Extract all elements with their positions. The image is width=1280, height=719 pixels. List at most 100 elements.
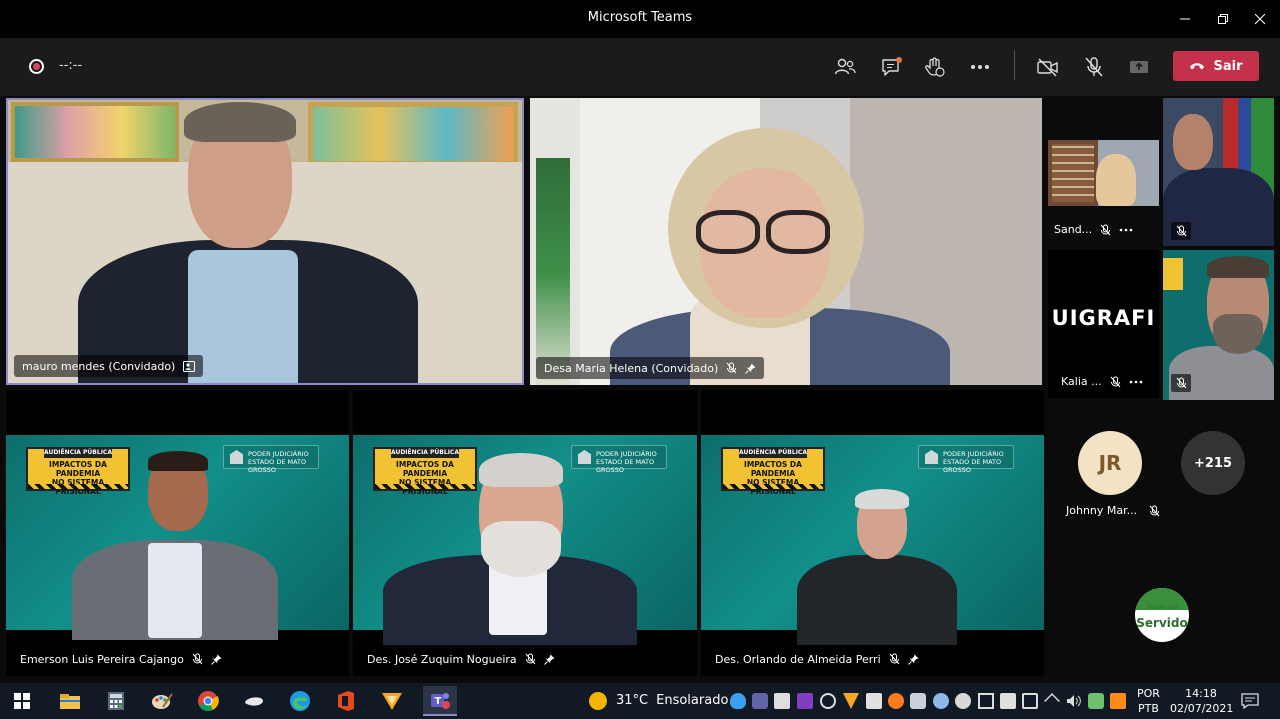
share-screen-button[interactable] xyxy=(1125,53,1153,81)
recording-icon xyxy=(29,59,44,74)
banner-top-text: AUDIÊNCIA PÚBLICA xyxy=(739,448,807,458)
chat-button[interactable] xyxy=(877,53,905,81)
sticky-notes-icon[interactable] xyxy=(242,689,266,713)
notification-center-icon[interactable] xyxy=(1238,689,1262,713)
video-tile-side-1[interactable]: Sand... xyxy=(1048,98,1159,244)
video-tile-grid-2[interactable]: AUDIÊNCIA PÚBLICA IMPACTOS DA PANDEMIA NO… xyxy=(353,390,697,676)
mic-off-icon xyxy=(1110,376,1120,387)
banner-top-text: AUDIÊNCIA PÚBLICA xyxy=(44,448,112,458)
video-tile-grid-1[interactable]: AUDIÊNCIA PÚBLICA IMPACTOS DA PANDEMIA NO… xyxy=(6,390,349,676)
display-tray-icon[interactable] xyxy=(978,693,994,709)
video-tile-main-1[interactable]: mauro mendes (Convidado) xyxy=(6,98,524,385)
epic-tray-icon[interactable] xyxy=(910,693,926,709)
banner-line-1: IMPACTOS DA PANDEMIA xyxy=(744,460,802,478)
clock[interactable]: 14:18 02/07/2021 xyxy=(1170,686,1234,716)
pin-icon xyxy=(907,654,919,665)
avatar[interactable]: JR xyxy=(1078,431,1142,495)
edge-icon[interactable] xyxy=(288,689,312,713)
video-tile-side-2[interactable] xyxy=(1163,98,1274,246)
calculator-icon[interactable] xyxy=(104,689,128,713)
battery-tray-icon[interactable] xyxy=(1088,693,1104,709)
video-tile-grid-3[interactable]: AUDIÊNCIA PÚBLICA IMPACTOS DA PANDEMIA NO… xyxy=(701,390,1044,676)
institution-line-2: ESTADO DE MATO GROSSO xyxy=(248,458,307,474)
participant-name: Kalia ... xyxy=(1061,375,1102,388)
keyboard-layout: PTB xyxy=(1138,702,1159,715)
video-tile-side-3[interactable]: UIGRAFI Kalia ... xyxy=(1048,250,1159,398)
language-code: POR xyxy=(1137,687,1160,700)
teams-tray-icon[interactable] xyxy=(752,693,768,709)
painting-right xyxy=(308,102,518,166)
teams-taskbar-icon[interactable]: T xyxy=(423,686,457,716)
more-participants-button[interactable]: +215 xyxy=(1181,431,1245,495)
event-banner: AUDIÊNCIA PÚBLICA IMPACTOS DA PANDEMIA NO… xyxy=(721,447,825,496)
more-icon xyxy=(971,65,989,69)
onedrive-icon[interactable] xyxy=(730,693,746,709)
mic-off-icon xyxy=(889,653,899,665)
participant-video-sand xyxy=(1048,140,1159,206)
participants-button[interactable] xyxy=(831,53,859,81)
weather-description: Ensolarado xyxy=(656,693,729,708)
pdf-reader-icon[interactable] xyxy=(380,689,404,713)
more-icon[interactable] xyxy=(1129,380,1143,384)
volume-icon[interactable] xyxy=(1066,693,1082,709)
bluetooth-tray-icon[interactable] xyxy=(933,693,949,709)
security-tray-icon[interactable] xyxy=(866,693,882,709)
pin-icon xyxy=(543,654,555,665)
teams-window: Microsoft Teams --:-- Sair mauro mendes … xyxy=(0,0,1280,719)
mic-toggle-button[interactable] xyxy=(1080,53,1108,81)
camera-toggle-button[interactable] xyxy=(1034,53,1062,81)
file-explorer-icon[interactable] xyxy=(58,689,82,713)
avast-tray-icon[interactable] xyxy=(888,693,904,709)
chrome-icon[interactable] xyxy=(196,689,220,713)
reactions-button[interactable] xyxy=(921,53,949,81)
institution-logo: PODER JUDICIÁRIO ESTADO DE MATO GROSSO xyxy=(918,445,1014,474)
mic-badge xyxy=(1171,222,1191,240)
event-backdrop: AUDIÊNCIA PÚBLICA IMPACTOS DA PANDEMIA NO… xyxy=(701,435,1044,645)
usb-tray-icon[interactable] xyxy=(1000,693,1016,709)
participant-name: Johnny Mar... xyxy=(1066,504,1138,517)
institution-line-1: PODER JUDICIÁRIO xyxy=(596,450,657,458)
input-language[interactable]: POR PTB xyxy=(1137,686,1160,716)
participant-name: Desa Maria Helena (Convidado) xyxy=(544,361,719,375)
app-tray-icon[interactable] xyxy=(774,693,790,709)
weather-widget[interactable]: 31°C Ensolarado xyxy=(616,693,728,708)
video-tile-main-2[interactable]: Desa Maria Helena (Convidado) xyxy=(530,98,1042,385)
mic-off-icon xyxy=(1176,377,1186,389)
sun-icon xyxy=(589,692,607,710)
banner-text: IMPACTOS DA PANDEMIA NO SISTEMA PRISIONAL xyxy=(723,460,823,496)
maximize-icon[interactable] xyxy=(1206,6,1240,32)
paint-icon[interactable] xyxy=(150,689,174,713)
network-tray-icon[interactable] xyxy=(1022,693,1038,709)
wifi-tray-icon[interactable] xyxy=(1044,693,1060,709)
share-tray-icon xyxy=(1130,61,1148,73)
participant-name: Des. Orlando de Almeida Perri xyxy=(715,652,881,666)
more-options-button[interactable] xyxy=(966,53,994,81)
chat-icon xyxy=(882,57,902,76)
participant-name: Sand... xyxy=(1054,223,1093,236)
event-backdrop: AUDIÊNCIA PÚBLICA IMPACTOS DA PANDEMIA NO… xyxy=(353,435,697,645)
mic-off-icon xyxy=(1100,224,1111,235)
banner-text: IMPACTOS DA PANDEMIA NO SISTEMA PRISIONAL xyxy=(28,460,128,496)
office-tray-icon[interactable] xyxy=(1110,693,1126,709)
participant-name-tag: Sand... xyxy=(1054,223,1133,236)
more-icon[interactable] xyxy=(1119,228,1133,232)
institution-line-1: PODER JUDICIÁRIO xyxy=(943,450,1004,458)
clock-date: 02/07/2021 xyxy=(1170,702,1234,715)
video-tile-side-4[interactable] xyxy=(1163,250,1274,400)
pin-icon xyxy=(211,654,222,665)
participant-name-tag: Des. Orlando de Almeida Perri xyxy=(707,648,927,670)
office-icon[interactable] xyxy=(334,689,358,713)
people-icon xyxy=(834,58,856,75)
note-tray-icon[interactable] xyxy=(820,693,836,709)
banner-top-text: AUDIÊNCIA PÚBLICA xyxy=(391,448,459,458)
windows-start-icon[interactable] xyxy=(10,689,34,713)
leave-button[interactable]: Sair xyxy=(1173,51,1259,81)
mic-off-icon xyxy=(1085,57,1103,77)
pdf-tray-icon[interactable] xyxy=(843,693,859,709)
minimize-icon[interactable] xyxy=(1168,6,1202,32)
participant-name-tag: Desa Maria Helena (Convidado) xyxy=(536,357,765,379)
update-tray-icon[interactable] xyxy=(955,693,971,709)
onenote-icon[interactable] xyxy=(797,693,813,709)
participant-name-tag: Johnny Mar... xyxy=(1066,504,1160,517)
close-icon[interactable] xyxy=(1243,6,1277,32)
